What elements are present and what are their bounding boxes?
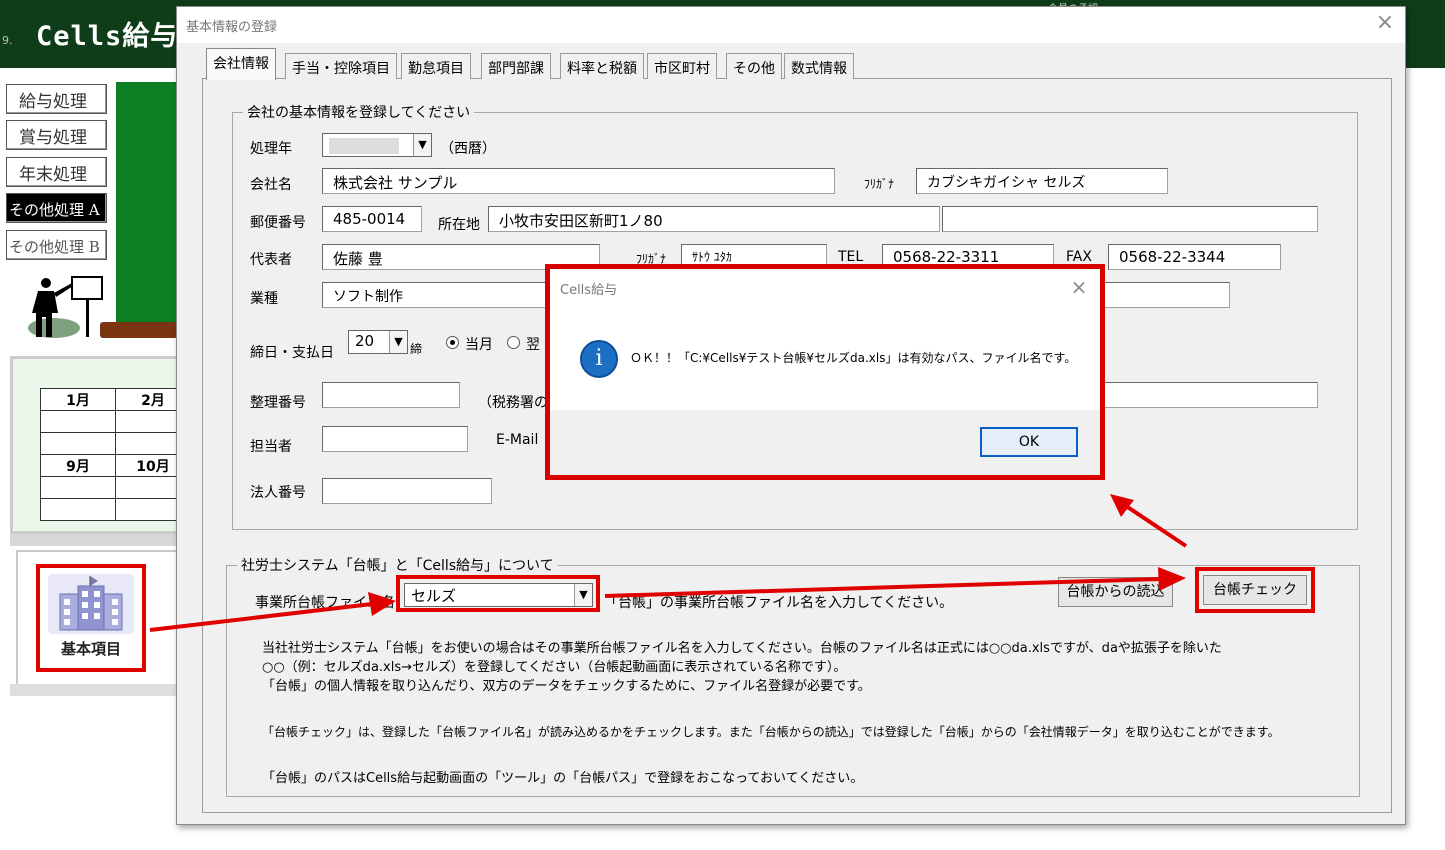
company-name-field[interactable]: 株式会社 サンプル [322, 168, 835, 194]
tab-allowance-deduction[interactable]: 手当・控除項目 [285, 53, 397, 79]
company-name-label: 会社名 [250, 177, 292, 193]
calendar-cell[interactable]: 9月 [40, 454, 116, 477]
message-text: ＯＫ！！「C:¥Cells¥テスト台帳¥セルズda.xls」は有効なパス、ファイ… [630, 351, 1077, 365]
year-select[interactable]: ▼ [322, 133, 432, 157]
tab-rates-tax[interactable]: 料率と税額 [560, 53, 644, 79]
chevron-down-icon[interactable]: ▼ [413, 134, 431, 156]
seiri-label: 整理番号 [250, 395, 306, 411]
furigana-field[interactable]: カブシキガイシャ セルズ [916, 168, 1168, 194]
radio-next-label: 翌 [526, 337, 540, 353]
app-title: Cells給与 [36, 21, 179, 52]
year-label: 処理年 [250, 141, 292, 157]
ledger-file-select[interactable]: セルズ ▼ [404, 583, 593, 607]
tab-formula[interactable]: 数式情報 [784, 53, 854, 79]
hidden-field[interactable] [1100, 282, 1230, 308]
chevron-down-icon[interactable]: ▼ [574, 584, 592, 606]
radio-current-label: 当月 [465, 337, 493, 353]
description-line-4: 「台帳チェック」は、登録した「台帳ファイル名」が読み込めるかをチェックします。ま… [262, 725, 1280, 739]
ledger-file-value: セルズ [411, 587, 457, 605]
tanto-label: 担当者 [250, 439, 292, 455]
ledger-file-hint: 「台帳」の事業所台帳ファイル名を入力してください。 [604, 595, 954, 611]
menu-other-b-button[interactable]: その他処理 B [6, 230, 107, 260]
calendar-cell [40, 498, 116, 521]
closing-label: 締日・支払日 [250, 345, 334, 361]
info-icon: i [580, 340, 618, 378]
presenter-figure-icon [28, 276, 103, 338]
message-box-title: Cells給与 [560, 283, 618, 298]
houjin-field[interactable] [322, 478, 492, 504]
representative-label: 代表者 [250, 252, 292, 268]
email-label: E-Mail [496, 432, 539, 448]
tab-municipality[interactable]: 市区町村 [647, 53, 717, 79]
calendar-table: 1月 2月 9月 10月 [40, 388, 191, 521]
furigana-label: ﾌﾘｶﾞﾅ [864, 177, 895, 191]
address-label: 所在地 [438, 217, 480, 233]
calendar-cell [40, 410, 116, 433]
closing-suffix: 締 [410, 342, 423, 356]
tanto-field[interactable] [322, 426, 468, 452]
close-icon[interactable]: × [1372, 10, 1398, 36]
dialog-titlebar [177, 7, 1405, 43]
calendar-strip [10, 534, 180, 546]
hidden-field-2[interactable] [1100, 382, 1318, 408]
menu-yearend-button[interactable]: 年末処理 [6, 157, 107, 187]
calendar-cell [40, 476, 116, 499]
address-field[interactable]: 小牧市安田区新町1ノ80 [488, 206, 940, 232]
description-line-1: 当社社労士システム「台帳」をお使いの場合はその事業所台帳ファイル名を入力してくだ… [262, 641, 1222, 656]
radio-next-month[interactable] [507, 336, 520, 349]
menu-payroll-button[interactable]: 給与処理 [6, 84, 107, 114]
description-line-2: ○○（例：セルズda.xls→セルズ）を登録してください（台帳起動画面に表示され… [262, 660, 847, 675]
year-value-redacted [329, 138, 399, 154]
calendar-cell [40, 432, 116, 455]
closing-day-select[interactable]: 20 ▼ [348, 330, 408, 354]
address2-field[interactable] [942, 206, 1318, 232]
fax-field[interactable]: 0568-22-3344 [1108, 244, 1281, 270]
ok-button[interactable]: OK [980, 427, 1078, 457]
houjin-label: 法人番号 [250, 485, 306, 501]
description-line-3: 「台帳」の個人情報を取り込んだり、双方のデータをチェックするために、ファイル名登… [262, 679, 871, 694]
company-info-legend: 会社の基本情報を登録してください [247, 105, 471, 121]
green-panel [116, 82, 178, 322]
calendar-cell[interactable]: 1月 [40, 388, 116, 411]
postal-label: 郵便番号 [250, 215, 306, 231]
postal-field[interactable]: 485-0014 [322, 206, 422, 232]
menu-bonus-button[interactable]: 賞与処理 [6, 120, 107, 150]
seiri-field[interactable] [322, 382, 460, 408]
year-suffix: （西暦） [440, 141, 496, 157]
read-from-ledger-button[interactable]: 台帳からの読込 [1058, 577, 1173, 607]
tab-department[interactable]: 部門部課 [481, 53, 551, 79]
seiri-note: （税務署の [478, 395, 548, 411]
ledger-file-label: 事業所台帳ファイル名 [255, 595, 395, 611]
description-line-5: 「台帳」のパスはCells給与起動画面の「ツール」の「台帳パス」で登録をおこなっ… [262, 771, 864, 786]
kihon-button-label: 基本項目 [60, 640, 121, 658]
ledger-check-button[interactable]: 台帳チェック [1203, 575, 1307, 605]
building-icon [48, 574, 134, 634]
app-header-left-text: 9. [2, 34, 13, 47]
dialog-title: 基本情報の登録 [186, 20, 278, 35]
tab-attendance[interactable]: 勤怠項目 [401, 53, 471, 79]
radio-current-month[interactable] [446, 336, 459, 349]
fax-label: FAX [1066, 249, 1092, 265]
tab-company-info[interactable]: 会社情報 [206, 48, 276, 80]
close-icon[interactable]: × [1066, 274, 1092, 300]
sharoushi-legend: 社労士システム「台帳」と「Cells給与」について [241, 558, 554, 574]
closing-day-value: 20 [355, 332, 375, 350]
menu-other-a-button[interactable]: その他処理 A [6, 193, 107, 223]
industry-label: 業種 [250, 291, 278, 307]
tab-other[interactable]: その他 [726, 53, 782, 79]
tel-label: TEL [838, 249, 864, 265]
bottom-strip [10, 684, 180, 696]
industry-field[interactable]: ソフト制作 [322, 282, 552, 308]
chevron-down-icon[interactable]: ▼ [389, 331, 407, 353]
brown-bar [100, 322, 178, 338]
